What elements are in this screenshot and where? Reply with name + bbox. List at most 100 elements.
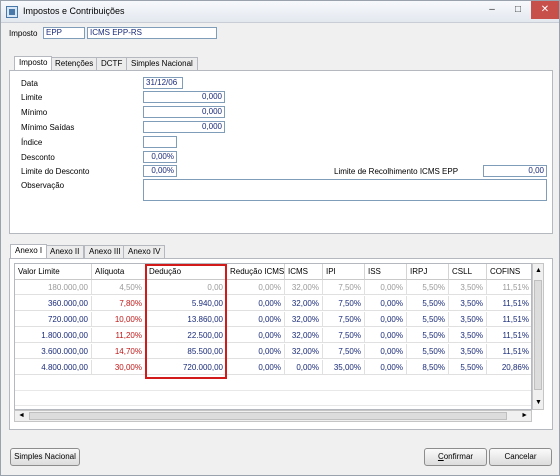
simples-nacional-button[interactable]: Simples Nacional [10, 448, 80, 466]
minimo-field[interactable]: 0,000 [143, 106, 225, 118]
scroll-left-icon[interactable]: ◄ [18, 412, 25, 419]
cancelar-button[interactable]: Cancelar [489, 448, 552, 466]
minimo-saidas-field[interactable]: 0,000 [143, 121, 225, 133]
table-cell[interactable]: 14,70% [92, 344, 146, 359]
table-cell[interactable]: 30,00% [92, 360, 146, 375]
scroll-right-icon[interactable]: ► [521, 412, 528, 419]
table-cell[interactable]: 0,00% [365, 296, 407, 311]
tab-anexo-iii[interactable]: Anexo III [84, 245, 126, 258]
col-header-cofins[interactable]: COFINS [487, 264, 531, 280]
table-cell[interactable]: 3,50% [449, 312, 487, 327]
table-cell[interactable]: 5.940,00 [146, 296, 227, 311]
confirmar-button[interactable]: Confirmar [424, 448, 487, 466]
table-cell[interactable]: 8,50% [407, 360, 449, 375]
table-cell[interactable]: 0,00% [365, 344, 407, 359]
close-button[interactable]: ✕ [531, 1, 559, 19]
table-cell[interactable]: 0,00% [227, 328, 285, 343]
table-cell[interactable]: 720.000,00 [146, 360, 227, 375]
table-cell[interactable]: 11,51% [487, 280, 531, 295]
table-cell[interactable]: 0,00% [227, 280, 285, 295]
table-cell[interactable]: 360.000,00 [15, 296, 92, 311]
table-cell[interactable]: 11,51% [487, 328, 531, 343]
table-cell[interactable]: 0,00% [227, 312, 285, 327]
table-cell[interactable]: 5,50% [407, 280, 449, 295]
maximize-button[interactable]: □ [505, 1, 531, 19]
desconto-field[interactable]: 0,00% [143, 151, 177, 163]
table-cell[interactable]: 3,50% [449, 328, 487, 343]
table-cell[interactable]: 11,51% [487, 344, 531, 359]
grid-vertical-scrollbar[interactable]: ▲ ▼ [532, 263, 544, 410]
table-cell[interactable]: 20,86% [487, 360, 531, 375]
table-cell[interactable]: 7,50% [323, 280, 365, 295]
table-cell[interactable]: 1.800.000,00 [15, 328, 92, 343]
table-cell[interactable]: 3,50% [449, 280, 487, 295]
col-header-ipi[interactable]: IPI [323, 264, 365, 280]
tab-imposto[interactable]: Imposto [14, 56, 53, 70]
table-cell[interactable]: 3,50% [449, 296, 487, 311]
col-header-iss[interactable]: ISS [365, 264, 407, 280]
table-cell[interactable]: 32,00% [285, 280, 323, 295]
data-field[interactable]: 31/12/06 [143, 77, 183, 89]
table-cell[interactable]: 7,50% [323, 344, 365, 359]
indice-field[interactable] [143, 136, 177, 148]
col-header-valor-limite[interactable]: Valor Limite [15, 264, 92, 280]
limite-field[interactable]: 0,000 [143, 91, 225, 103]
tab-anexo-ii[interactable]: Anexo II [45, 245, 85, 258]
table-cell[interactable]: 3.600.000,00 [15, 344, 92, 359]
table-cell[interactable]: 0,00% [227, 344, 285, 359]
table-cell[interactable]: 4,50% [92, 280, 146, 295]
tab-dctf[interactable]: DCTF [96, 57, 128, 70]
table-cell[interactable]: 85.500,00 [146, 344, 227, 359]
table-cell[interactable]: 5,50% [407, 312, 449, 327]
table-cell[interactable]: 5,50% [449, 360, 487, 375]
table-cell[interactable]: 22.500,00 [146, 328, 227, 343]
tab-anexo-iv[interactable]: Anexo IV [123, 245, 166, 258]
imposto-code-field[interactable]: EPP [43, 27, 85, 39]
col-header-reducao-icms[interactable]: Redução ICMS [227, 264, 285, 280]
table-cell[interactable]: 5,50% [407, 344, 449, 359]
scroll-down-icon[interactable]: ▼ [535, 399, 542, 406]
table-cell[interactable]: 32,00% [285, 296, 323, 311]
table-cell[interactable]: 7,50% [323, 296, 365, 311]
col-header-csll[interactable]: CSLL [449, 264, 487, 280]
tab-retencoes[interactable]: Retenções [50, 57, 99, 70]
table-cell[interactable]: 3,50% [449, 344, 487, 359]
table-cell[interactable]: 5,50% [407, 296, 449, 311]
table-cell[interactable]: 11,51% [487, 312, 531, 327]
col-header-deducao[interactable]: Dedução [146, 264, 227, 280]
scroll-up-icon[interactable]: ▲ [535, 267, 542, 274]
table-cell[interactable]: 32,00% [285, 344, 323, 359]
table-cell[interactable]: 0,00% [365, 312, 407, 327]
col-header-aliquota[interactable]: Alíquota [92, 264, 146, 280]
table-cell[interactable]: 4.800.000,00 [15, 360, 92, 375]
limite-recolhimento-field[interactable]: 0,00 [483, 165, 547, 177]
table-cell[interactable]: 0,00% [365, 328, 407, 343]
col-header-irpj[interactable]: IRPJ [407, 264, 449, 280]
table-cell[interactable]: 720.000,00 [15, 312, 92, 327]
tab-simples-nacional[interactable]: Simples Nacional [126, 57, 198, 70]
table-cell[interactable]: 0,00% [227, 296, 285, 311]
table-cell[interactable]: 7,50% [323, 312, 365, 327]
limite-desconto-field[interactable]: 0,00% [143, 165, 177, 177]
table-cell[interactable]: 11,51% [487, 296, 531, 311]
observacao-field[interactable] [143, 179, 547, 201]
col-header-icms[interactable]: ICMS [285, 264, 323, 280]
table-cell[interactable]: 180.000,00 [15, 280, 92, 295]
table-cell[interactable]: 13.860,00 [146, 312, 227, 327]
tab-anexo-i[interactable]: Anexo I [10, 244, 48, 258]
table-cell[interactable]: 32,00% [285, 312, 323, 327]
table-cell[interactable]: 7,80% [92, 296, 146, 311]
grid-horizontal-scrollbar[interactable]: ◄ ► [14, 410, 532, 422]
table-cell[interactable]: 7,50% [323, 328, 365, 343]
scroll-thumb[interactable] [534, 280, 542, 390]
scroll-thumb[interactable] [29, 412, 507, 420]
table-cell[interactable]: 35,00% [323, 360, 365, 375]
table-cell[interactable]: 10,00% [92, 312, 146, 327]
table-cell[interactable]: 11,20% [92, 328, 146, 343]
table-cell[interactable]: 0,00 [146, 280, 227, 295]
table-cell[interactable]: 32,00% [285, 328, 323, 343]
table-cell[interactable]: 5,50% [407, 328, 449, 343]
table-cell[interactable]: 0,00% [227, 360, 285, 375]
minimize-button[interactable]: – [479, 1, 505, 19]
table-cell[interactable]: 0,00% [365, 360, 407, 375]
